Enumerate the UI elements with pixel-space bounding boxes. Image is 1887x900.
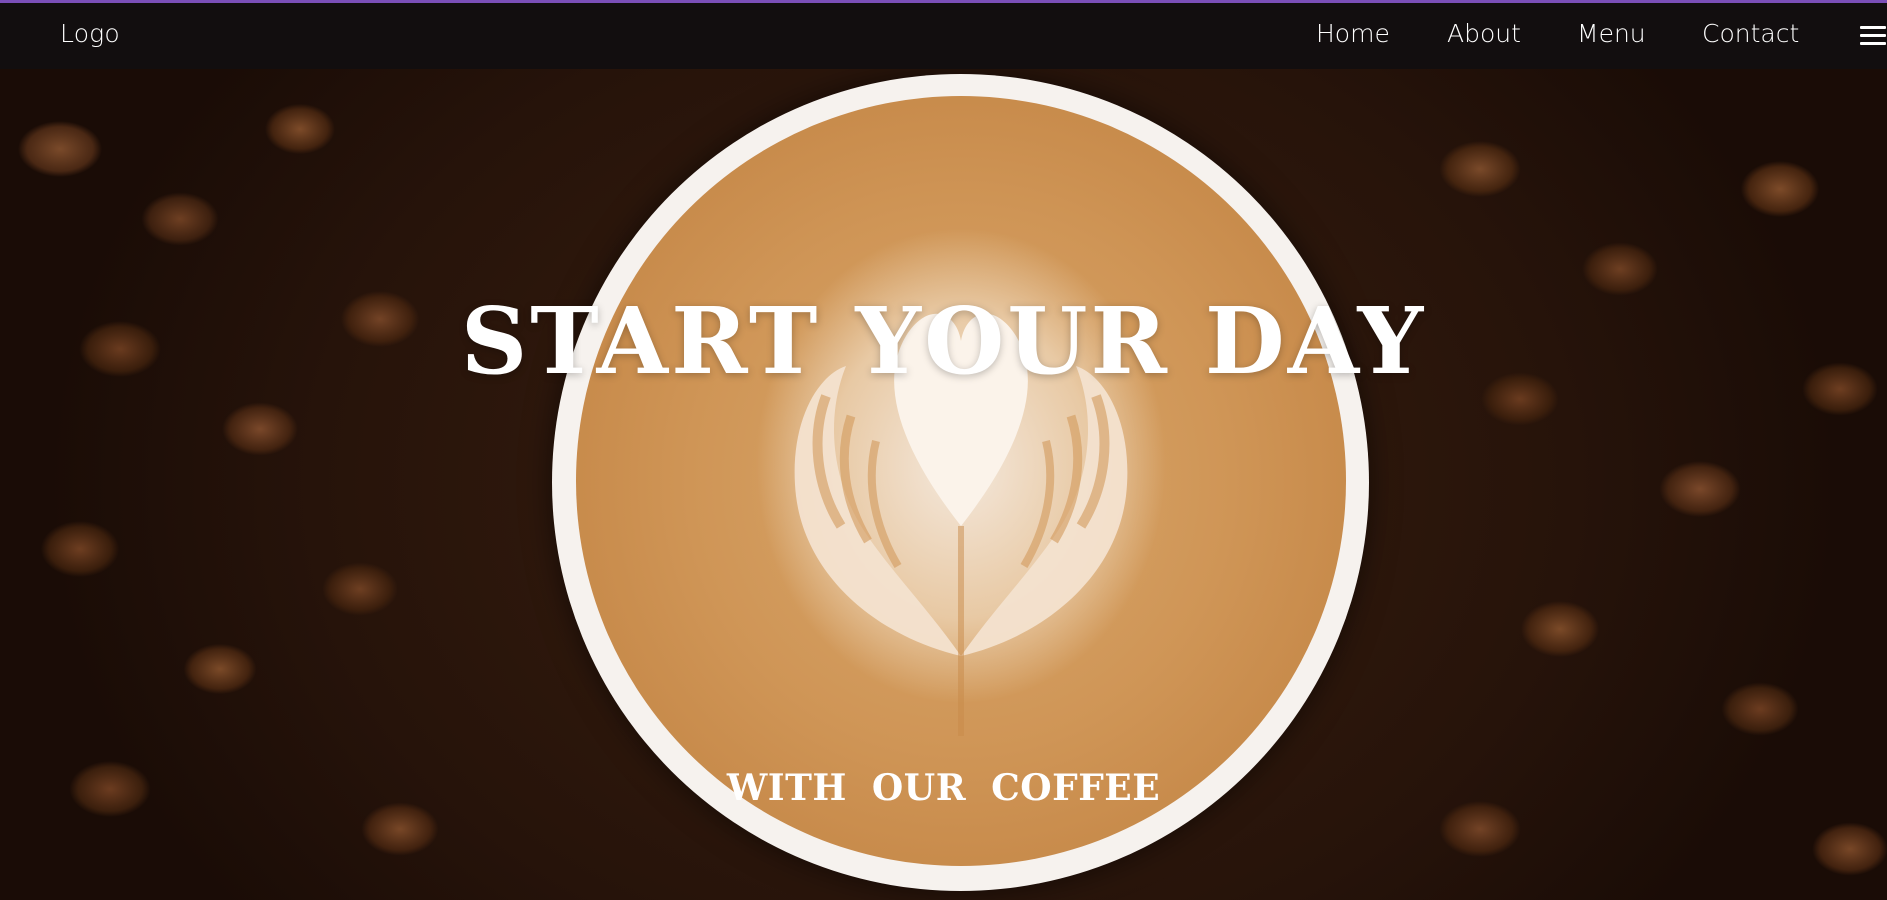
nav-link-home[interactable]: Home xyxy=(1316,19,1390,48)
hamburger-line xyxy=(1860,42,1886,45)
hamburger-menu-icon[interactable] xyxy=(1860,26,1886,46)
hero-subtitle: WITH OUR COFFEE xyxy=(726,766,1161,809)
nav-links: Home About Menu Contact xyxy=(0,19,1887,53)
nav-link-about[interactable]: About xyxy=(1447,19,1521,48)
latte-art-heart-icon xyxy=(794,313,1128,736)
hamburger-line xyxy=(1860,34,1886,37)
hamburger-line xyxy=(1860,26,1886,29)
navbar: Logo Home About Menu Contact xyxy=(0,3,1887,69)
latte-foam xyxy=(576,96,1346,866)
nav-link-menu[interactable]: Menu xyxy=(1577,19,1646,48)
hero-section: START YOUR DAY WITH OUR COFFEE xyxy=(0,69,1887,900)
hero-title: START YOUR DAY xyxy=(460,286,1427,395)
nav-link-contact[interactable]: Contact xyxy=(1702,19,1799,48)
